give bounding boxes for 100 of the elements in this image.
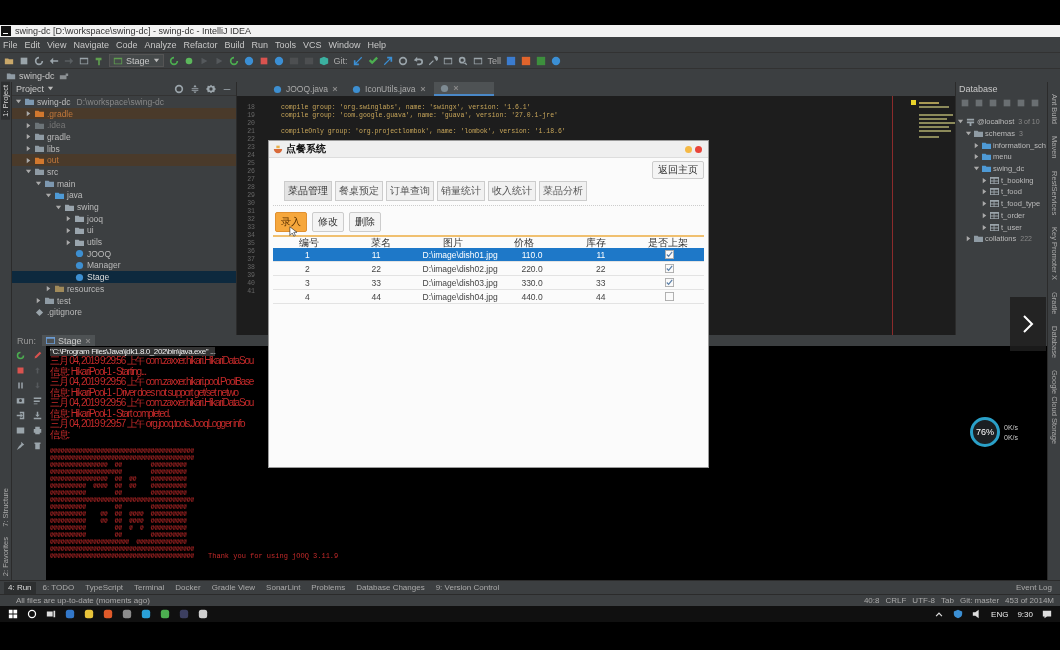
language-indicator[interactable]: ENG (991, 609, 1009, 619)
tab[interactable]: 订单查询 (386, 181, 434, 201)
tree-item[interactable]: src (12, 166, 236, 178)
tree-item[interactable]: ui (12, 224, 236, 237)
tree-item[interactable]: test (12, 294, 236, 307)
menubar-entry[interactable]: Tools (275, 39, 297, 50)
round-icon[interactable] (551, 55, 562, 66)
menubar-entry[interactable]: File (3, 39, 18, 50)
target-icon[interactable] (174, 83, 184, 94)
event-log-button[interactable]: Event Log (1011, 581, 1056, 594)
round-icon[interactable] (243, 55, 254, 66)
editor-tab[interactable]: IconUtils.java (346, 82, 432, 96)
expand-arrow-icon[interactable] (973, 165, 980, 173)
wrap-icon[interactable] (33, 396, 42, 405)
tool-window-tab[interactable]: Database Changes (352, 581, 429, 594)
notification-icon[interactable] (1042, 609, 1052, 619)
next-button[interactable] (1010, 297, 1046, 351)
plugin-icon[interactable] (536, 55, 547, 66)
expand-arrow-icon[interactable] (65, 226, 72, 234)
profile-icon[interactable] (228, 55, 239, 66)
tell-button[interactable]: Tell (487, 55, 502, 66)
checkbox[interactable] (665, 292, 675, 301)
tree-item[interactable]: gradle (12, 131, 236, 143)
rerun-icon[interactable] (16, 351, 25, 360)
undo-icon[interactable] (412, 55, 423, 66)
expand-arrow-icon[interactable] (965, 130, 972, 138)
close-button[interactable] (695, 145, 702, 153)
tree-item[interactable]: jooq (12, 212, 236, 225)
editor-tab[interactable]: JOOQ.java (267, 82, 345, 96)
tree-item[interactable]: JOOQ (12, 247, 236, 260)
bug-icon[interactable] (183, 55, 194, 66)
menubar-entry[interactable]: Help (367, 39, 387, 50)
table-row[interactable]: 2 22 D:\image\dish02.jpg 220.0 22 (273, 262, 704, 276)
expand-arrow-icon[interactable] (981, 223, 988, 231)
home-button[interactable]: 返回主页 (652, 161, 704, 179)
save-icon[interactable] (19, 55, 29, 66)
table-row[interactable]: 3 33 D:\image\dish03.jpg 330.0 33 (273, 276, 704, 290)
expand-arrow-icon[interactable] (45, 285, 52, 293)
tool-window-tab[interactable]: Gradle View (207, 581, 260, 594)
column-header[interactable]: 库存 (560, 235, 633, 250)
tool-window-tab[interactable]: 6: TODO (38, 581, 79, 594)
tool-window-tab[interactable]: Terminal (130, 581, 169, 594)
expand-arrow-icon[interactable] (25, 145, 32, 153)
back-arrow-icon[interactable] (49, 55, 59, 66)
expand-arrow-icon[interactable] (25, 121, 32, 129)
expand-arrow-icon[interactable] (25, 168, 32, 176)
history-icon[interactable] (397, 55, 408, 66)
expand-arrow-icon[interactable] (25, 133, 32, 141)
tab[interactable]: 餐桌预定 (335, 181, 383, 201)
tree-item[interactable]: Manager (12, 259, 236, 272)
window-icon[interactable] (472, 55, 483, 66)
status-item[interactable]: 40:8 (863, 596, 880, 605)
tool-window-tab[interactable]: 4: Run (4, 581, 36, 594)
layout-icon[interactable] (16, 426, 25, 435)
pin-icon[interactable] (16, 441, 25, 450)
column-header[interactable]: 价格 (488, 235, 561, 250)
tree-item[interactable]: .gitignore (12, 306, 236, 319)
tree-item[interactable]: resources (12, 283, 236, 295)
shield-icon[interactable] (953, 609, 964, 619)
windows-logo-icon[interactable] (8, 609, 18, 619)
print-icon[interactable] (33, 426, 42, 435)
window-icon[interactable] (442, 55, 453, 66)
menubar-entry[interactable]: Window (328, 39, 361, 50)
settings-icon[interactable] (206, 83, 216, 94)
tree-item[interactable]: libs (12, 142, 236, 155)
column-header[interactable]: 菜名 (344, 235, 417, 250)
menubar-entry[interactable]: View (47, 39, 67, 50)
tree-item[interactable]: utils (12, 236, 236, 248)
expand-arrow-icon[interactable] (981, 200, 988, 208)
status-item[interactable]: Tab (941, 596, 954, 605)
tab[interactable]: 收入统计 (488, 181, 536, 201)
action-button[interactable]: 录入 (275, 212, 307, 232)
expand-arrow-icon[interactable] (957, 118, 964, 126)
task-view-icon[interactable] (46, 609, 56, 619)
tree-item[interactable]: .gradle (12, 107, 236, 120)
column-header[interactable]: 图片 (416, 235, 489, 250)
checkbox[interactable] (665, 250, 675, 259)
status-item[interactable]: 453 of 2014M (1005, 596, 1054, 605)
run-tab[interactable]: Stage (42, 335, 95, 346)
expand-arrow-icon[interactable] (981, 211, 988, 219)
round-icon[interactable] (273, 55, 284, 66)
tool-window-tab[interactable]: Docker (171, 581, 205, 594)
tool-window-tab[interactable]: SonarLint (262, 581, 305, 594)
breadcrumb-item[interactable]: swing-dc (6, 70, 55, 81)
expand-arrow-icon[interactable] (15, 98, 22, 106)
column-header[interactable]: 是否上架 (632, 235, 704, 250)
expand-arrow-icon[interactable] (981, 176, 988, 184)
menubar-entry[interactable]: Refactor (183, 39, 218, 50)
tree-item[interactable]: swing-dc D:\workspace\swing-dc (12, 96, 236, 108)
expand-arrow-icon[interactable] (45, 191, 52, 199)
menubar-entry[interactable]: Edit (24, 39, 41, 50)
status-item[interactable]: Git: master (959, 596, 1000, 605)
action-button[interactable]: 修改 (312, 212, 344, 232)
pause-icon[interactable] (16, 381, 25, 390)
expand-arrow-icon[interactable] (55, 203, 62, 211)
window-icon[interactable] (79, 55, 89, 66)
checkbox[interactable] (665, 264, 675, 273)
expand-arrow-icon[interactable] (65, 238, 72, 246)
camera-icon[interactable] (16, 396, 25, 405)
expand-arrow-icon[interactable] (35, 180, 42, 188)
